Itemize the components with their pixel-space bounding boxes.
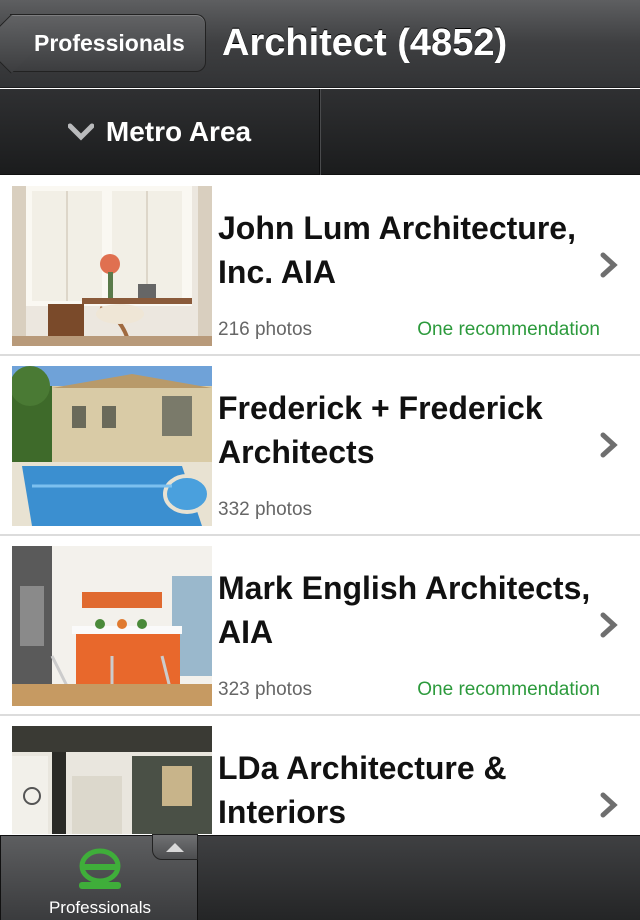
house-pool-photo (12, 366, 212, 526)
chevron-right-icon (600, 612, 618, 638)
professionals-list[interactable]: John Lum Architecture, Inc. AIA 216 phot… (0, 176, 640, 834)
chevron-right-icon (600, 792, 618, 818)
metro-area-label: Metro Area (105, 116, 252, 147)
kitchen-orange-island-photo (12, 546, 212, 706)
professionals-level-icon (79, 848, 121, 889)
recommendation-badge: One recommendation (417, 679, 600, 700)
photo-count: 216 photos (218, 319, 313, 340)
interior-room-photo (12, 726, 212, 834)
list-item[interactable]: LDa Architecture & Interiors (0, 716, 640, 834)
tab-label: Professionals (48, 898, 152, 917)
filter-bar: Metro Area (0, 89, 640, 175)
photo-count: 323 photos (218, 679, 313, 700)
chevron-right-icon (600, 252, 618, 278)
expand-tabs-button[interactable] (152, 834, 198, 860)
list-item[interactable]: John Lum Architecture, Inc. AIA 216 phot… (0, 176, 640, 356)
chevron-right-icon (600, 432, 618, 458)
listing-name: Mark English Architects, AIA (218, 570, 591, 650)
listing-name: LDa Architecture & Interiors (218, 750, 507, 830)
photo-count: 332 photos (218, 499, 313, 520)
interior-desk-window-photo (12, 186, 212, 346)
tab-bar: Professionals (0, 834, 640, 920)
listing-name: Frederick + Frederick Architects (218, 390, 543, 470)
page-title: Architect (4852) (222, 22, 508, 64)
chevron-down-icon (67, 123, 94, 141)
chevron-up-icon (166, 843, 184, 852)
listing-name: John Lum Architecture, Inc. AIA (218, 210, 576, 290)
metro-area-filter[interactable]: Metro Area (0, 89, 319, 175)
back-button-label: Professionals (34, 29, 185, 56)
list-item[interactable]: Frederick + Frederick Architects 332 pho… (0, 356, 640, 536)
recommendation-badge: One recommendation (417, 319, 600, 340)
back-button[interactable]: Professionals (10, 14, 206, 72)
navigation-bar: Professionals Architect (4852) (0, 0, 640, 88)
list-item[interactable]: Mark English Architects, AIA 323 photos … (0, 536, 640, 716)
secondary-filter[interactable] (321, 89, 640, 175)
